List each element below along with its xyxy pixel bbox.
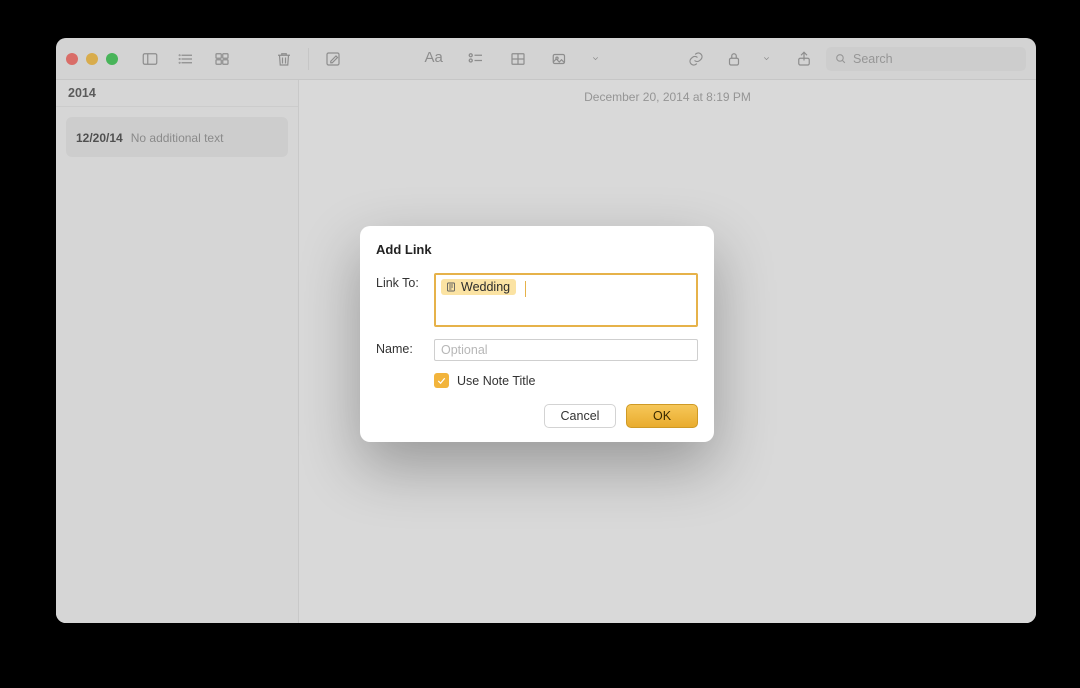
gallery-view-button[interactable]: [208, 47, 236, 71]
notes-app-window: Aa: [56, 38, 1036, 623]
format-text-button[interactable]: Aa: [420, 47, 448, 71]
toolbar-separator: [308, 48, 309, 70]
cancel-button-label: Cancel: [561, 409, 600, 423]
sheet-title: Add Link: [376, 242, 698, 257]
note-list-sidebar: 2014 12/20/14 No additional text: [56, 80, 299, 623]
note-icon: [445, 281, 457, 293]
note-list-section-header: 2014: [56, 80, 298, 107]
link-token[interactable]: Wedding: [441, 279, 516, 295]
minimize-window-button[interactable]: [86, 53, 98, 65]
search-icon: [834, 52, 847, 65]
note-timestamp: December 20, 2014 at 8:19 PM: [299, 80, 1036, 110]
toolbar: Aa: [56, 38, 1036, 80]
format-group: Aa: [420, 47, 610, 71]
search-field[interactable]: Search: [826, 47, 1026, 71]
zoom-window-button[interactable]: [106, 53, 118, 65]
ok-button-label: OK: [653, 409, 671, 423]
ok-button[interactable]: OK: [626, 404, 698, 428]
link-to-field[interactable]: Wedding: [434, 273, 698, 327]
note-date: 12/20/14: [76, 131, 123, 145]
name-label: Name:: [376, 339, 434, 356]
use-note-title-label: Use Note Title: [457, 374, 536, 388]
list-view-button[interactable]: [172, 47, 200, 71]
check-icon: [436, 375, 447, 386]
name-field[interactable]: [434, 339, 698, 361]
text-caret: [525, 281, 526, 297]
window-controls: [66, 53, 118, 65]
media-button[interactable]: [546, 47, 574, 71]
toggle-sidebar-button[interactable]: [136, 47, 164, 71]
note-preview: No additional text: [131, 131, 224, 145]
lock-menu-chevron-icon[interactable]: [752, 47, 780, 71]
search-placeholder: Search: [853, 52, 893, 66]
lock-button[interactable]: [720, 47, 748, 71]
new-note-button[interactable]: [319, 47, 347, 71]
close-window-button[interactable]: [66, 53, 78, 65]
cancel-button[interactable]: Cancel: [544, 404, 616, 428]
use-note-title-checkbox[interactable]: [434, 373, 449, 388]
share-button[interactable]: [790, 47, 818, 71]
table-button[interactable]: [504, 47, 532, 71]
media-menu-chevron-icon[interactable]: [582, 47, 610, 71]
checklist-button[interactable]: [462, 47, 490, 71]
delete-note-button[interactable]: [270, 47, 298, 71]
note-list-item[interactable]: 12/20/14 No additional text: [66, 117, 288, 157]
link-button[interactable]: [682, 47, 710, 71]
add-link-sheet: Add Link Link To: Wedding Name: Use Note…: [360, 226, 714, 442]
link-token-text: Wedding: [461, 280, 510, 294]
share-group: [682, 47, 818, 71]
link-to-label: Link To:: [376, 273, 434, 290]
